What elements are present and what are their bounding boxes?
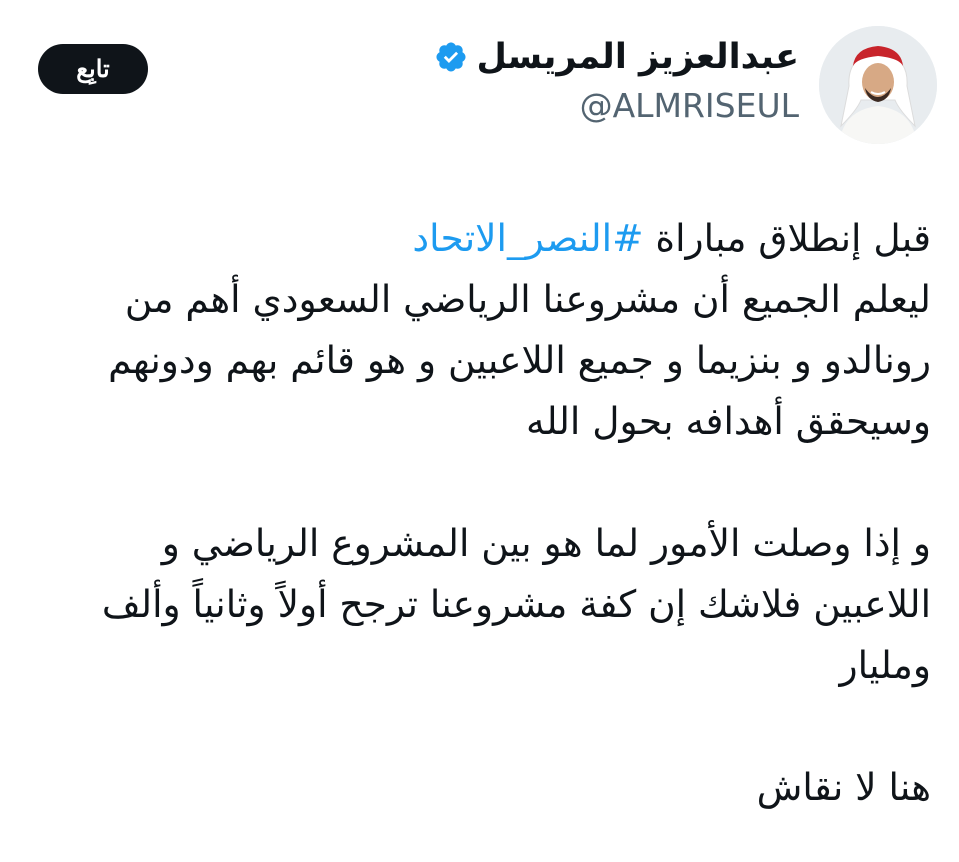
avatar-image: [819, 26, 937, 144]
follow-button[interactable]: تابِع: [38, 44, 148, 94]
hashtag-link[interactable]: #النصر_الاتحاد: [412, 216, 643, 260]
tweet-header: عبدالعزيز المريسل @ALMRISEUL تابِع: [38, 26, 937, 146]
display-name-row: عبدالعزيز المريسل: [434, 34, 799, 80]
tweet-line: ليعلم الجميع أن مشروعنا الرياضي السعودي …: [124, 277, 931, 321]
tweet-line: قبل إنطلاق مباراة #النصر_الاتحاد: [20, 208, 931, 269]
tweet-line: ومليار: [839, 643, 931, 687]
display-name[interactable]: عبدالعزيز المريسل: [476, 34, 799, 80]
tweet-line: و إذا وصلت الأمور لما هو بين المشروع الر…: [161, 521, 931, 565]
tweet-line: وسيحقق أهدافه بحول الله: [525, 399, 931, 443]
tweet-line-text: قبل إنطلاق مباراة: [643, 216, 931, 260]
author-handle[interactable]: @ALMRISEUL: [434, 84, 799, 128]
tweet-card: عبدالعزيز المريسل @ALMRISEUL تابِع قبل إ…: [0, 0, 959, 862]
author-names: عبدالعزيز المريسل @ALMRISEUL: [434, 34, 799, 128]
tweet-line: رونالدو و بنزيما و جميع اللاعبين و هو قا…: [108, 338, 931, 382]
tweet-line: هنا لا نقاش: [756, 765, 931, 809]
tweet-line: اللاعبين فلاشك إن كفة مشروعنا ترجح أولاً…: [101, 582, 931, 626]
tweet-text: قبل إنطلاق مباراة #النصر_الاتحاد ليعلم ا…: [20, 208, 931, 818]
verified-badge-icon[interactable]: [434, 40, 468, 74]
avatar[interactable]: [819, 26, 937, 144]
